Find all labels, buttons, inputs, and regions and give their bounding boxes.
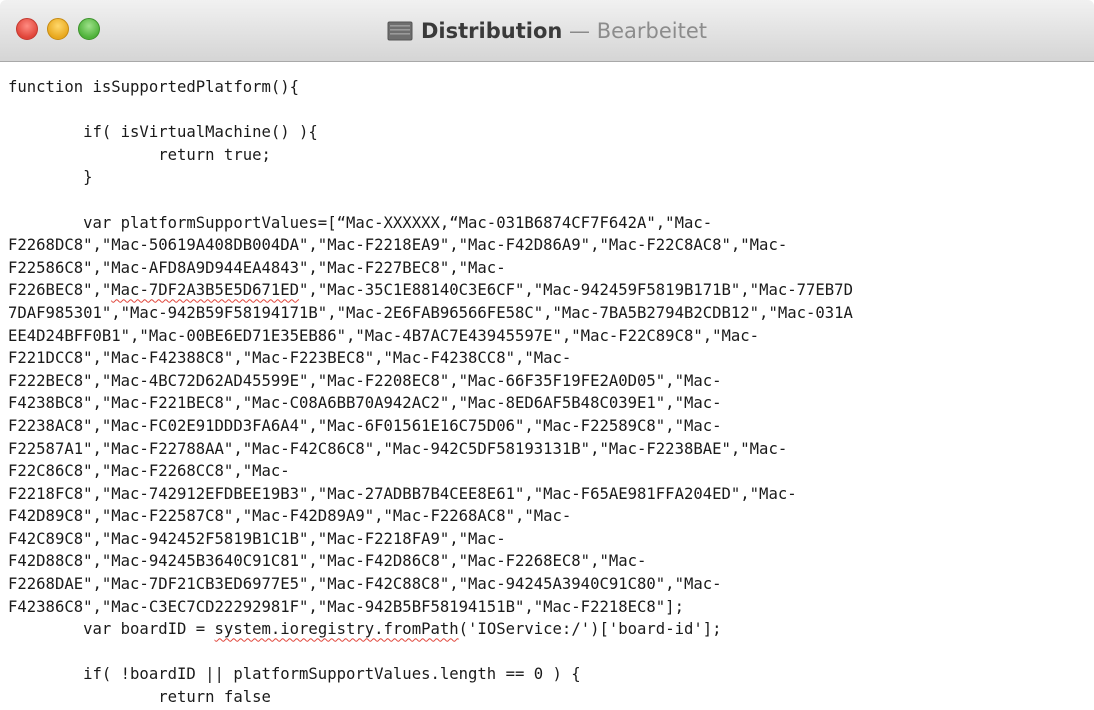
code-line: F4238BC8","Mac-F221BEC8","Mac-C08A6BB70A… — [8, 394, 722, 413]
title-separator: — — [562, 19, 597, 43]
code-text[interactable]: function isSupportedPlatform(){ if( isVi… — [8, 76, 853, 710]
spellcheck-underline: system.ioregistry.fromPath — [214, 620, 459, 639]
code-line: F22C86C8","Mac-F2268CC8","Mac- — [8, 462, 290, 481]
code-line: F2268DC8","Mac-50619A408DB004DA","Mac-F2… — [8, 236, 788, 255]
code-line: F2268DAE","Mac-7DF21CB3ED6977E5","Mac-F4… — [8, 575, 722, 594]
code-line: F2238AC8","Mac-FC02E91DDD3FA6A4","Mac-6F… — [8, 416, 722, 435]
code-line: return true; — [8, 145, 271, 164]
code-line: function isSupportedPlatform(){ — [8, 78, 300, 96]
code-line: if( isVirtualMachine() ){ — [8, 123, 318, 142]
code-line: F221DCC8","Mac-F42388C8","Mac-F223BEC8",… — [8, 349, 572, 368]
code-line: return false — [8, 688, 271, 707]
code-line: F42D89C8","Mac-F22587C8","Mac-F42D89A9",… — [8, 507, 572, 526]
code-line: F226BEC8","Mac-7DF2A3B5E5D671ED","Mac-35… — [8, 281, 853, 300]
window-title: Distribution — Bearbeitet — [0, 18, 1094, 44]
code-line: F222BEC8","Mac-4BC72D62AD45599E","Mac-F2… — [8, 371, 722, 390]
code-line: 7DAF985301","Mac-942B59F58194171B","Mac-… — [8, 303, 853, 322]
code-line: var boardID = system.ioregistry.fromPath… — [8, 620, 722, 639]
code-line: F42D88C8","Mac-94245B3640C91C81","Mac-F4… — [8, 552, 647, 571]
code-line: var platformSupportValues=[“Mac-XXXXXX,“… — [8, 213, 713, 232]
code-line: F2218FC8","Mac-742912EFDBEE19B3","Mac-27… — [8, 484, 797, 503]
code-line: } — [8, 168, 93, 187]
code-line: F22586C8","Mac-AFD8A9D944EA4843","Mac-F2… — [8, 258, 506, 277]
spellcheck-underline: Mac-7DF2A3B5E5D671ED — [111, 281, 300, 300]
code-line: F42386C8","Mac-C3EC7CD22292981F","Mac-94… — [8, 597, 684, 616]
code-line: F42C89C8","Mac-942452F5819B1C1B","Mac-F2… — [8, 529, 506, 548]
document-name: Distribution — [421, 19, 563, 43]
editor-window: Distribution — Bearbeitet function isSup… — [0, 0, 1094, 710]
document-status: Bearbeitet — [596, 19, 707, 43]
document-icon[interactable] — [387, 21, 413, 41]
code-line: F22587A1","Mac-F22788AA","Mac-F42C86C8",… — [8, 439, 788, 458]
text-editor[interactable]: function isSupportedPlatform(){ if( isVi… — [0, 62, 1094, 710]
code-line: EE4D24BFF0B1","Mac-00BE6ED71E35EB86","Ma… — [8, 326, 760, 345]
code-line: if( !boardID || platformSupportValues.le… — [8, 665, 581, 684]
title-bar[interactable]: Distribution — Bearbeitet — [0, 0, 1094, 62]
